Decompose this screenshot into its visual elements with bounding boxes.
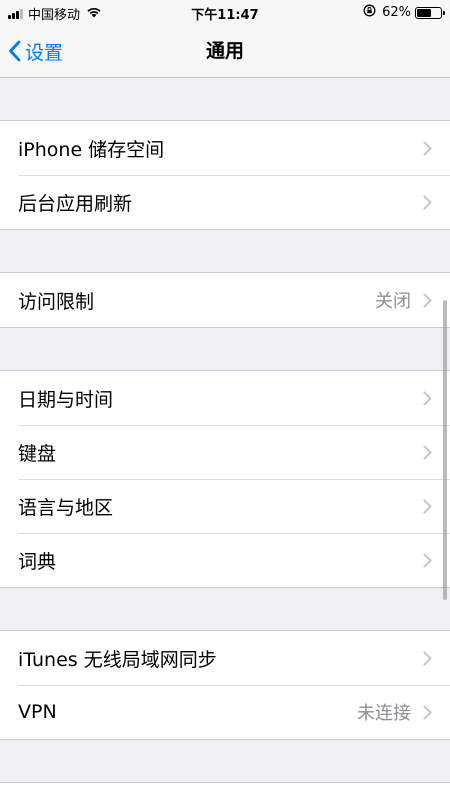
settings-group: 访问限制 关闭 (0, 272, 450, 328)
chevron-right-icon (423, 651, 432, 666)
settings-group: iPhone 储存空间 后台应用刷新 (0, 120, 450, 230)
page-title: 通用 (205, 40, 244, 62)
settings-row[interactable]: 词典 (0, 533, 450, 587)
settings-group: 监管 (0, 782, 450, 800)
scroll-indicator[interactable] (443, 300, 447, 600)
settings-row[interactable]: 日期与时间 (0, 371, 450, 425)
section-gap (0, 588, 450, 630)
battery-tip (443, 10, 445, 15)
settings-row-label: 日期与时间 (18, 388, 114, 411)
chevron-right-icon (423, 705, 432, 720)
settings-row-value: 未连接 (357, 703, 411, 724)
section-gap (0, 740, 450, 782)
settings-row-label: 词典 (18, 550, 57, 573)
settings-row-label: 后台应用刷新 (18, 192, 133, 215)
settings-row[interactable]: iTunes 无线局域网同步 (0, 631, 450, 685)
section-gap (0, 78, 450, 120)
settings-row-value: 关闭 (375, 291, 411, 312)
settings-row[interactable]: 后台应用刷新 (0, 175, 450, 229)
section-gap (0, 230, 450, 272)
settings-row-label: 监管 (18, 797, 423, 800)
settings-row-label: 语言与地区 (18, 496, 114, 519)
settings-row[interactable]: 访问限制 关闭 (0, 273, 450, 327)
chevron-right-icon (423, 553, 432, 568)
settings-row[interactable]: 键盘 (0, 425, 450, 479)
settings-row-label: VPN (18, 701, 57, 723)
settings-group: iTunes 无线局域网同步 VPN 未连接 (0, 630, 450, 740)
settings-list[interactable]: iPhone 储存空间 后台应用刷新 访问限制 关闭 日期与时间 键盘 语言与地区 词典 iTu… (0, 78, 450, 800)
section-gap (0, 328, 450, 370)
status-bar: 中国移动 下午11:47 62% (0, 0, 450, 24)
battery-fill (417, 8, 432, 17)
battery-icon (415, 6, 445, 19)
orientation-lock-icon (363, 4, 376, 21)
chevron-right-icon (423, 445, 432, 460)
chevron-right-icon (423, 391, 432, 406)
chevron-right-icon (423, 195, 432, 210)
settings-row-label: iTunes 无线局域网同步 (18, 648, 217, 671)
navigation-bar: 设置 通用 (0, 24, 450, 78)
chevron-right-icon (423, 293, 432, 308)
settings-row-label: iPhone 储存空间 (18, 138, 165, 161)
settings-row-label: 访问限制 (18, 290, 95, 313)
battery-percent: 62% (382, 5, 411, 20)
settings-row-label: 键盘 (18, 442, 57, 465)
chevron-right-icon (423, 141, 432, 156)
settings-row[interactable]: iPhone 储存空间 (0, 121, 450, 175)
settings-row[interactable]: 监管 (0, 783, 450, 800)
chevron-right-icon (423, 499, 432, 514)
settings-row[interactable]: 语言与地区 (0, 479, 450, 533)
settings-row[interactable]: VPN 未连接 (0, 685, 450, 739)
settings-group: 日期与时间键盘语言与地区词典 (0, 370, 450, 588)
status-right: 62% (363, 4, 445, 21)
